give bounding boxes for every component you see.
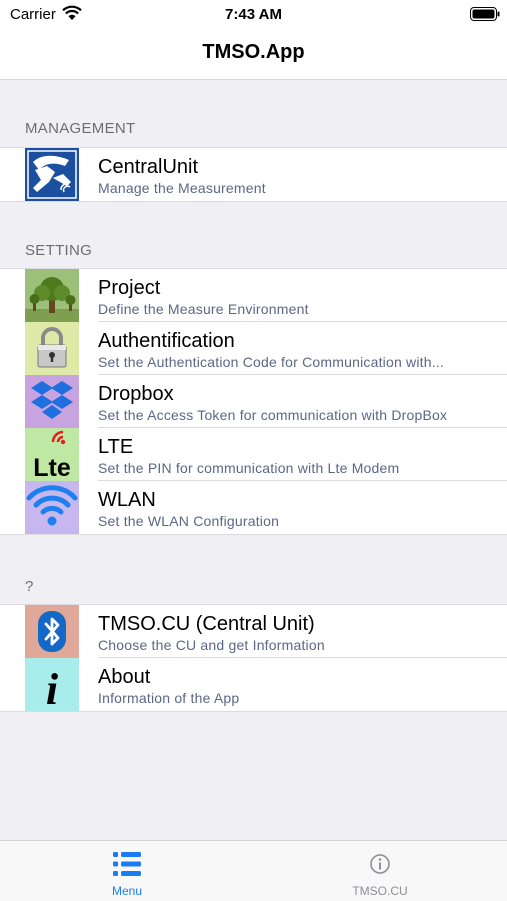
tab-bar: Menu TMSO.CU — [0, 840, 507, 901]
other-group: TMSO.CU (Central Unit) Choose the CU and… — [0, 604, 507, 712]
status-bar: Carrier 7:43 AM — [0, 0, 507, 30]
padlock-icon — [25, 322, 79, 375]
clock: 7:43 AM — [225, 6, 282, 23]
setting-group: Project Define the Measure Environment A… — [0, 268, 507, 535]
list-item-lte[interactable]: Lte LTE Set the PIN for communication wi… — [0, 428, 507, 481]
list-item-title: TMSO.CU (Central Unit) — [98, 613, 315, 635]
list-item-title: CentralUnit — [98, 156, 199, 178]
list-item-project[interactable]: Project Define the Measure Environment — [0, 269, 507, 322]
tab-label: Menu — [111, 884, 143, 898]
info-icon: i — [25, 658, 79, 711]
list-item-title: Dropbox — [98, 383, 174, 405]
measurement-icon — [25, 148, 79, 201]
list-item-title: LTE — [98, 436, 134, 458]
battery-icon — [470, 7, 500, 21]
bluetooth-icon — [25, 605, 79, 658]
list-item-centralunit[interactable]: CentralUnit Manage the Measurement — [0, 148, 507, 201]
tree-icon — [25, 269, 79, 322]
list-item-title: Authentification — [98, 330, 235, 352]
list-item-tmso-cu[interactable]: TMSO.CU (Central Unit) Choose the CU and… — [0, 605, 507, 658]
list-item-subtitle: Set the WLAN Configuration — [98, 513, 280, 529]
list-item-subtitle: Information of the App — [98, 690, 240, 706]
section-header-management: MANAGEMENT — [25, 120, 136, 137]
navigation-bar: TMSO.App — [0, 30, 507, 80]
section-header-other: ? — [25, 578, 34, 595]
list-item-authentification[interactable]: Authentification Set the Authentication … — [0, 322, 507, 375]
section-header-setting: SETTING — [25, 242, 93, 259]
list-item-subtitle: Define the Measure Environment — [98, 301, 309, 317]
info-icon-text: i — [46, 665, 59, 711]
wifi-icon — [25, 481, 79, 534]
list-item-subtitle: Set the Access Token for communication w… — [98, 407, 448, 423]
list-item-dropbox[interactable]: Dropbox Set the Access Token for communi… — [0, 375, 507, 428]
list-item-subtitle: Set the PIN for communication with Lte M… — [98, 460, 400, 476]
list-item-about[interactable]: i About Information of the App — [0, 658, 507, 711]
management-group: CentralUnit Manage the Measurement — [0, 147, 507, 202]
dropbox-icon — [25, 375, 79, 428]
lte-icon-text: Lte — [33, 454, 71, 481]
tab-label: TMSO.CU — [352, 884, 408, 898]
list-item-wlan[interactable]: WLAN Set the WLAN Configuration — [0, 481, 507, 534]
list-icon — [113, 852, 141, 876]
list-item-subtitle: Manage the Measurement — [98, 180, 266, 196]
page-title: TMSO.App — [202, 41, 305, 63]
tab-menu[interactable]: Menu — [72, 841, 182, 901]
list-item-subtitle: Choose the CU and get Information — [98, 637, 325, 653]
list-item-title: Project — [98, 277, 161, 299]
lte-icon: Lte — [25, 428, 79, 481]
tab-tmso-cu[interactable]: TMSO.CU — [325, 841, 435, 901]
list-item-subtitle: Set the Authentication Code for Communic… — [98, 354, 445, 370]
list-item-title: About — [98, 666, 151, 688]
info-circle-icon — [370, 854, 390, 874]
list-item-title: WLAN — [98, 489, 156, 511]
